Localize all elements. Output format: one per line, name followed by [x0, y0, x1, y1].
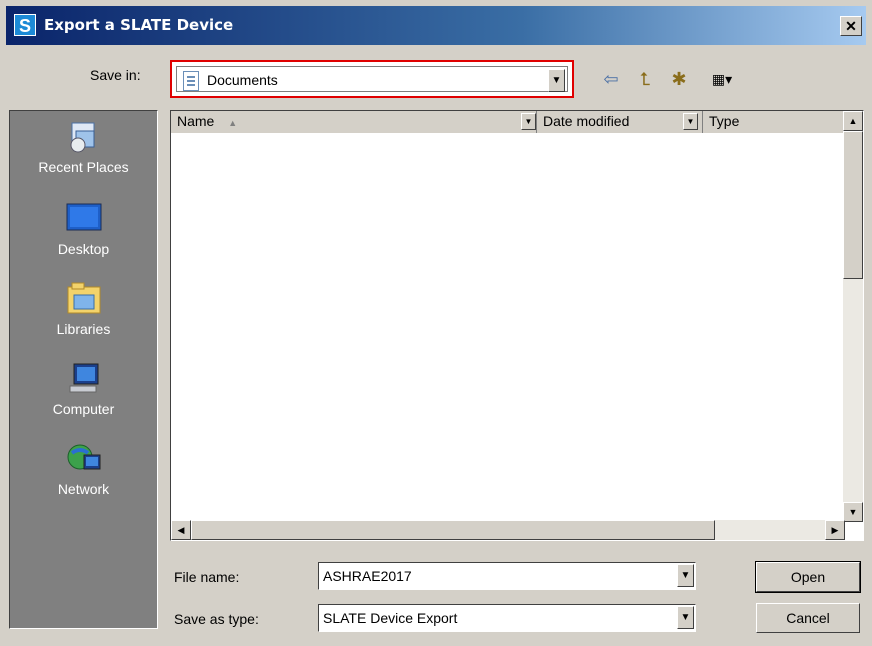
column-type[interactable]: Type: [703, 111, 845, 133]
new-folder-icon[interactable]: ✱: [666, 66, 692, 92]
place-computer[interactable]: Computer: [10, 361, 157, 417]
vertical-scrollbar[interactable]: ▲ ▼: [843, 111, 863, 522]
title-bar: S Export a SLATE Device ✕: [6, 6, 866, 45]
column-label: Date modified: [543, 113, 630, 129]
places-bar: Recent Places Desktop Libraries Computer…: [9, 110, 158, 629]
file-name-label: File name:: [174, 569, 240, 585]
network-icon: [66, 441, 102, 477]
documents-icon: [183, 71, 199, 91]
sort-ascending-icon: ▲: [228, 118, 238, 128]
horizontal-scroll-thumb[interactable]: [191, 520, 715, 540]
desktop-icon: [66, 201, 102, 237]
column-label: Name: [177, 113, 215, 129]
horizontal-scrollbar[interactable]: ◀ ▶: [171, 520, 845, 540]
scroll-right-button[interactable]: ▶: [825, 520, 845, 540]
place-libraries[interactable]: Libraries: [10, 281, 157, 337]
column-name-dropdown[interactable]: ▼: [521, 113, 536, 130]
chevron-down-icon[interactable]: ▼: [548, 69, 565, 92]
back-icon[interactable]: ⇦: [598, 66, 624, 92]
cancel-button[interactable]: Cancel: [756, 603, 860, 633]
dialog-title: Export a SLATE Device: [44, 16, 234, 34]
open-button[interactable]: Open: [755, 561, 861, 593]
column-label: Type: [709, 113, 740, 129]
place-label: Network: [57, 481, 110, 497]
column-date-modified[interactable]: Date modified: [537, 111, 703, 133]
save-as-type-select[interactable]: SLATE Device Export ▼: [318, 604, 696, 632]
column-date-dropdown[interactable]: ▼: [683, 113, 698, 130]
scroll-up-button[interactable]: ▲: [843, 111, 863, 131]
save-in-label: Save in:: [90, 67, 141, 83]
app-icon: S: [14, 14, 36, 36]
save-in-value: Documents: [207, 72, 278, 88]
column-name[interactable]: Name ▲: [171, 111, 537, 133]
scroll-down-button[interactable]: ▼: [843, 502, 863, 522]
place-label: Desktop: [57, 241, 110, 257]
computer-icon: [66, 361, 102, 397]
column-header: Name ▲ ▼ Date modified ▼ Type: [171, 111, 845, 133]
file-list[interactable]: Name ▲ ▼ Date modified ▼ Type ▲ ▼ ◀ ▶: [170, 110, 864, 541]
place-label: Recent Places: [38, 159, 129, 175]
view-menu-icon[interactable]: ▦▾: [702, 66, 742, 92]
save-in-field[interactable]: Documents ▼: [176, 66, 568, 92]
close-button[interactable]: ✕: [840, 16, 862, 36]
chevron-down-icon[interactable]: ▼: [677, 564, 694, 587]
save-as-type-value: SLATE Device Export: [323, 610, 458, 626]
save-as-type-label: Save as type:: [174, 611, 259, 627]
libraries-icon: [66, 281, 102, 317]
place-label: Computer: [52, 401, 115, 417]
recent-places-icon: [66, 119, 102, 155]
place-desktop[interactable]: Desktop: [10, 201, 157, 257]
place-recent-places[interactable]: Recent Places: [10, 119, 157, 175]
vertical-scroll-thumb[interactable]: [843, 131, 863, 279]
place-network[interactable]: Network: [10, 441, 157, 497]
scroll-left-button[interactable]: ◀: [171, 520, 191, 540]
chevron-down-icon[interactable]: ▼: [677, 606, 694, 629]
up-folder-icon[interactable]: ⮤: [632, 66, 658, 92]
file-name-value: ASHRAE2017: [323, 568, 412, 584]
file-name-input[interactable]: ASHRAE2017 ▼: [318, 562, 696, 590]
place-label: Libraries: [56, 321, 111, 337]
export-dialog: S Export a SLATE Device ✕ Save in: Docum…: [0, 0, 872, 646]
save-in-dropdown[interactable]: Documents ▼: [170, 60, 574, 98]
